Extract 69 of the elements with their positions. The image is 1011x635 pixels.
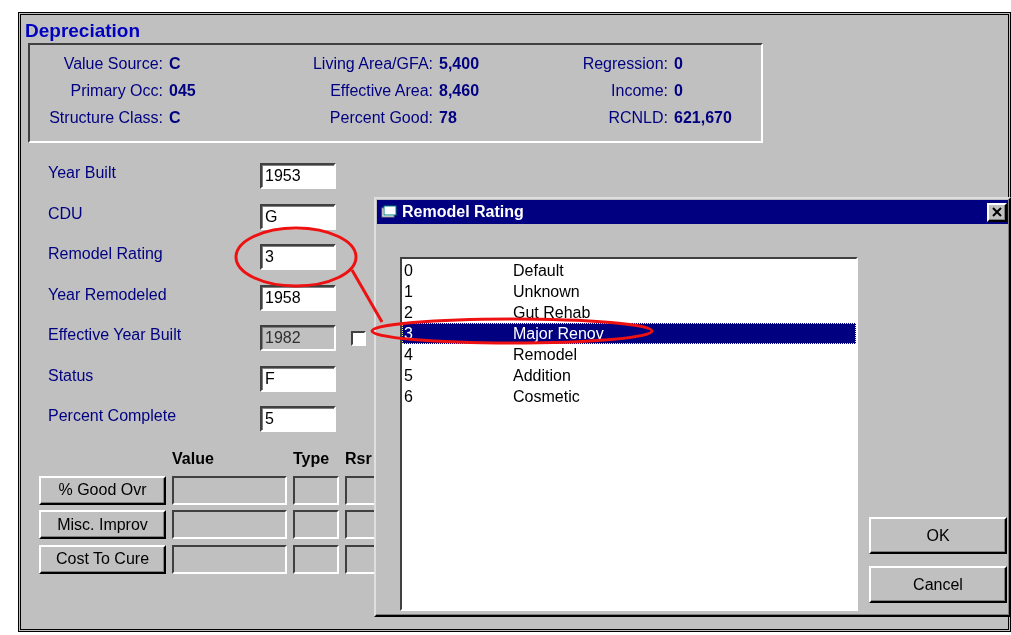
list-item[interactable]: 0 Default bbox=[402, 260, 856, 281]
input-field[interactable]: G bbox=[260, 203, 336, 230]
field-label: CDU bbox=[48, 203, 84, 223]
input-field[interactable]: 1953 bbox=[260, 163, 336, 189]
input-field[interactable] bbox=[293, 544, 339, 574]
input-field[interactable]: F bbox=[260, 365, 336, 392]
summary-label: RCNLD: bbox=[607, 109, 668, 128]
summary-label: Percent Good: bbox=[328, 109, 433, 128]
input-field[interactable] bbox=[293, 510, 339, 539]
list-item[interactable]: 4 Remodel bbox=[402, 344, 856, 365]
input-field[interactable] bbox=[293, 475, 339, 505]
column-header: Rsr bbox=[345, 450, 373, 469]
summary-value: 0 bbox=[673, 82, 684, 101]
summary-label: Value Source: bbox=[62, 55, 163, 74]
input-field[interactable]: 5 bbox=[260, 406, 336, 432]
column-header: Value bbox=[172, 450, 215, 469]
item-code: 2 bbox=[403, 303, 414, 323]
item-code: 1 bbox=[403, 282, 414, 302]
input-field[interactable] bbox=[172, 544, 287, 574]
list-item[interactable]: 2 Gut Rehab bbox=[402, 302, 856, 323]
item-name: Major Renov bbox=[513, 324, 604, 344]
item-name: Unknown bbox=[513, 282, 580, 302]
item-code: 0 bbox=[403, 261, 414, 281]
field-label: Percent Complete bbox=[48, 406, 178, 425]
field-label: Remodel Rating bbox=[48, 244, 164, 263]
item-code: 6 bbox=[403, 387, 414, 407]
field-label: Status bbox=[48, 365, 95, 385]
summary-value: 5,400 bbox=[438, 55, 481, 74]
item-name: Gut Rehab bbox=[513, 303, 591, 323]
summary-label: Income: bbox=[610, 82, 668, 101]
summary-label: Structure Class: bbox=[48, 109, 163, 128]
window-title: Depreciation bbox=[24, 19, 142, 43]
field-label: Year Remodeled bbox=[48, 284, 168, 304]
override-button[interactable]: Misc. Improv bbox=[39, 510, 166, 539]
summary-label: Effective Area: bbox=[329, 82, 433, 101]
input-field[interactable]: 3 bbox=[260, 244, 336, 270]
override-button[interactable]: % Good Ovr bbox=[39, 475, 166, 505]
field-label: Year Built bbox=[48, 163, 117, 182]
list-item[interactable]: 5 Addition bbox=[402, 365, 856, 386]
list-item[interactable]: 6 Cosmetic bbox=[402, 386, 856, 407]
item-name: Cosmetic bbox=[513, 387, 580, 407]
dialog-button[interactable]: Cancel bbox=[869, 566, 1007, 603]
summary-label: Living Area/GFA: bbox=[311, 55, 433, 74]
input-field[interactable]: 1958 bbox=[260, 284, 336, 311]
override-button[interactable]: Cost To Cure bbox=[39, 544, 166, 574]
summary-value: 045 bbox=[168, 82, 197, 101]
item-name: Addition bbox=[513, 366, 571, 386]
summary-value: 8,460 bbox=[438, 82, 481, 101]
summary-value: 621,670 bbox=[673, 109, 733, 128]
column-header: Type bbox=[293, 450, 331, 469]
list-item[interactable]: 1 Unknown bbox=[402, 281, 856, 302]
input-field[interactable] bbox=[172, 475, 287, 505]
close-button[interactable] bbox=[987, 202, 1007, 222]
summary-value: C bbox=[168, 55, 182, 74]
close-icon bbox=[992, 207, 1002, 217]
summary-label: Regression: bbox=[581, 55, 668, 74]
input-field[interactable] bbox=[172, 510, 287, 539]
summary-label: Primary Occ: bbox=[69, 82, 163, 101]
summary-value: C bbox=[168, 109, 182, 128]
item-name: Remodel bbox=[513, 345, 578, 365]
window-icon bbox=[381, 205, 397, 219]
dialog-button[interactable]: OK bbox=[869, 517, 1007, 554]
dialog-title: Remodel Rating bbox=[402, 203, 524, 221]
field-label: Effective Year Built bbox=[48, 325, 183, 344]
item-name: Default bbox=[513, 261, 564, 281]
item-code: 4 bbox=[403, 345, 414, 365]
summary-value: 78 bbox=[438, 109, 458, 128]
item-code: 5 bbox=[403, 366, 414, 386]
summary-value: 0 bbox=[673, 55, 684, 74]
